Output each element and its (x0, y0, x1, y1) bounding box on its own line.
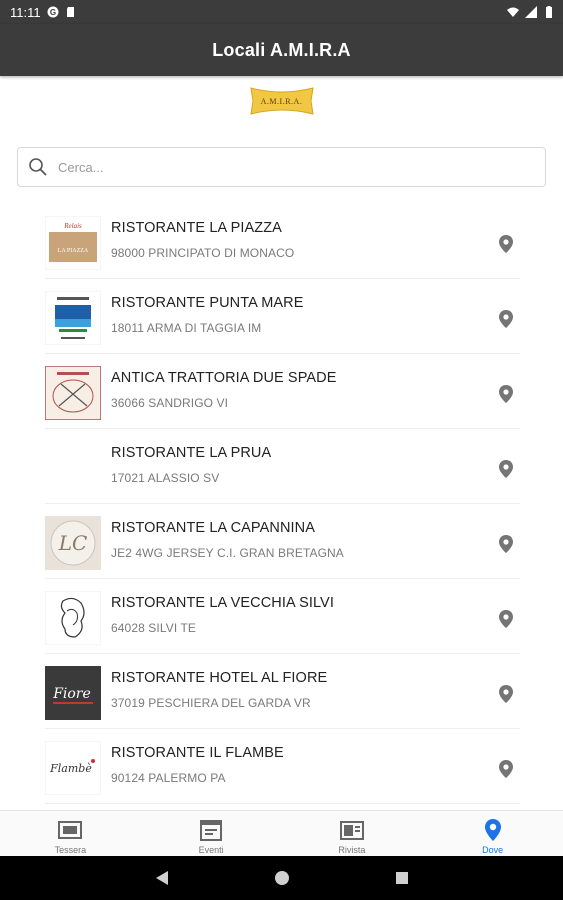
svg-text:LA PIAZZA: LA PIAZZA (58, 248, 89, 254)
notification-g-icon: G (47, 6, 59, 18)
sd-card-icon (66, 7, 74, 17)
page-title: Locali A.M.I.R.A (212, 39, 351, 60)
status-bar: 11:11 G (0, 0, 563, 24)
nav-label: Eventi (198, 845, 224, 855)
nav-label: Tessera (54, 845, 87, 855)
list-item[interactable]: Flambè RISTORANTE IL FLAMBE 90124 PALERM… (45, 729, 520, 804)
list-item[interactable]: RISTORANTE PUNTA MARE 18011 ARMA DI TAGG… (45, 279, 520, 354)
calendar-icon (198, 817, 224, 843)
restaurant-name: RISTORANTE IL FLAMBE (111, 745, 284, 761)
logo-area: A.M.I.R.A. (0, 86, 563, 120)
restaurant-address: 18011 ARMA DI TAGGIA IM (111, 321, 262, 335)
location-pin-icon (480, 817, 506, 843)
search-box[interactable] (17, 147, 546, 187)
restaurant-address: 17021 ALASSIO SV (111, 471, 220, 485)
svg-text:Fiore: Fiore (52, 686, 91, 702)
restaurant-thumbnail: Flambè (45, 741, 101, 795)
map-pin-icon[interactable] (497, 684, 515, 704)
system-navigation-bar (0, 856, 563, 900)
svg-text:G: G (49, 8, 55, 17)
map-pin-icon[interactable] (497, 309, 515, 329)
back-triangle-icon (156, 871, 168, 885)
restaurant-name: ANTICA TRATTORIA DUE SPADE (111, 370, 337, 386)
signal-icon (525, 6, 537, 18)
recents-square-icon (396, 872, 408, 884)
nav-label: Dove (482, 845, 504, 855)
list-item[interactable]: ANTICA TRATTORIA DUE SPADE 36066 SANDRIG… (45, 354, 520, 429)
list-item[interactable]: LC RISTORANTE LA CAPANNINA JE2 4WG JERSE… (45, 504, 520, 579)
map-pin-icon[interactable] (497, 234, 515, 254)
recents-button[interactable] (382, 856, 422, 900)
restaurant-name: RISTORANTE HOTEL AL FIORE (111, 670, 328, 686)
map-pin-icon[interactable] (497, 384, 515, 404)
app-bar: Locali A.M.I.R.A (0, 24, 563, 76)
bottom-navigation: Tessera Eventi Rivista Dove (0, 810, 563, 857)
restaurant-address: JE2 4WG JERSEY C.I. GRAN BRETAGNA (111, 546, 344, 560)
restaurant-list: Relais LA PIAZZA RISTORANTE LA PIAZZA 98… (45, 204, 520, 804)
list-item[interactable]: RISTORANTE LA VECCHIA SILVI 64028 SILVI … (45, 579, 520, 654)
restaurant-address: 37019 PESCHIERA DEL GARDA VR (111, 696, 311, 710)
restaurant-thumbnail (45, 291, 101, 345)
map-pin-icon[interactable] (497, 759, 515, 779)
list-item[interactable]: Fiore RISTORANTE HOTEL AL FIORE 37019 PE… (45, 654, 520, 729)
svg-text:Relais: Relais (63, 222, 82, 230)
restaurant-address: 90124 PALERMO PA (111, 771, 226, 785)
restaurant-name: RISTORANTE LA PIAZZA (111, 220, 282, 236)
battery-icon (546, 6, 552, 18)
search-icon (29, 158, 47, 176)
wifi-icon (507, 7, 519, 17)
nav-tab-eventi[interactable]: Eventi (141, 811, 282, 857)
card-icon (57, 817, 83, 843)
restaurant-name: RISTORANTE LA VECCHIA SILVI (111, 595, 334, 611)
restaurant-thumbnail: Relais LA PIAZZA (45, 216, 101, 270)
restaurant-name: RISTORANTE LA CAPANNINA (111, 520, 316, 536)
restaurant-thumbnail (45, 366, 101, 420)
search-input[interactable] (56, 158, 520, 176)
restaurant-address: 36066 SANDRIGO VI (111, 396, 229, 410)
back-button[interactable] (142, 856, 182, 900)
home-circle-icon (275, 871, 289, 885)
restaurant-thumbnail (45, 591, 101, 645)
logo-text: A.M.I.R.A. (260, 96, 303, 106)
nav-tab-rivista[interactable]: Rivista (282, 811, 423, 857)
amira-logo: A.M.I.R.A. (249, 86, 315, 116)
map-pin-icon[interactable] (497, 534, 515, 554)
list-item[interactable]: RISTORANTE LA PRUA 17021 ALASSIO SV (45, 429, 520, 504)
list-item[interactable]: Relais LA PIAZZA RISTORANTE LA PIAZZA 98… (45, 204, 520, 279)
svg-text:LC: LC (58, 531, 88, 555)
map-pin-icon[interactable] (497, 609, 515, 629)
restaurant-address: 98000 PRINCIPATO DI MONACO (111, 246, 295, 260)
nav-tab-dove[interactable]: Dove (422, 811, 563, 857)
status-time: 11:11 (10, 4, 41, 20)
nav-label: Rivista (338, 845, 366, 855)
magazine-icon (339, 817, 365, 843)
restaurant-address: 64028 SILVI TE (111, 621, 197, 635)
map-pin-icon[interactable] (497, 459, 515, 479)
nav-tab-tessera[interactable]: Tessera (0, 811, 141, 857)
restaurant-name: RISTORANTE PUNTA MARE (111, 295, 304, 311)
svg-text:Flambè: Flambè (49, 762, 92, 775)
restaurant-thumbnail: LC (45, 516, 101, 570)
restaurant-name: RISTORANTE LA PRUA (111, 445, 272, 461)
restaurant-thumbnail: Fiore (45, 666, 101, 720)
home-button[interactable] (262, 856, 302, 900)
